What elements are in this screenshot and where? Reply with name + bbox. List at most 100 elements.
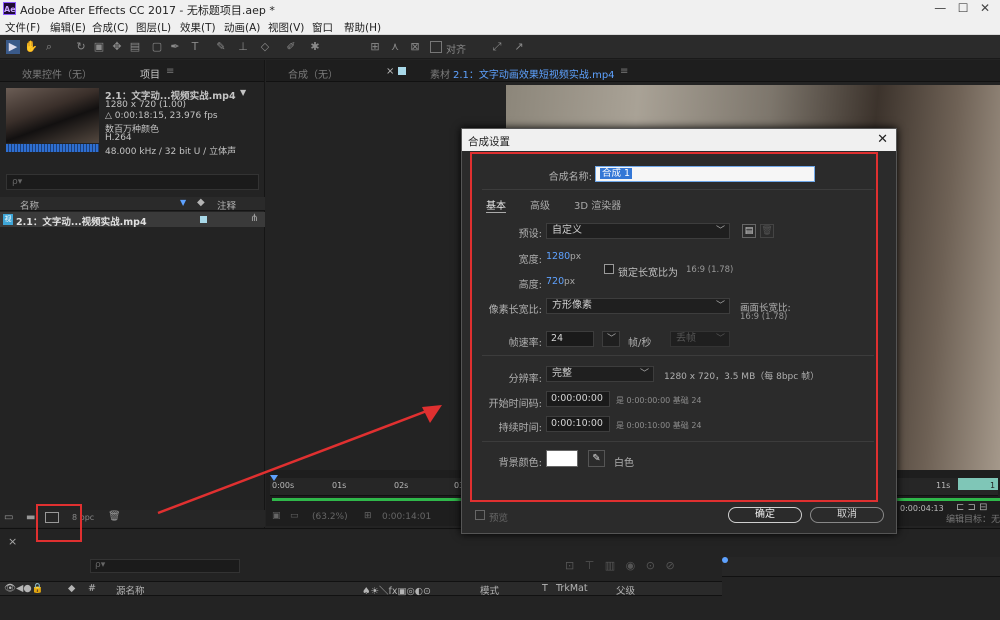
- menu-edit[interactable]: 编辑(E): [50, 20, 86, 35]
- lock-aspect-checkbox[interactable]: [604, 264, 614, 274]
- comp-panel-menu-icon[interactable]: ≡: [620, 66, 628, 77]
- footage-resolution: 1280 x 720 (1.00): [105, 100, 187, 110]
- label-column-icon[interactable]: ◆: [68, 583, 75, 594]
- menu-view[interactable]: 视图(V): [268, 20, 304, 35]
- col-parent[interactable]: 父级: [616, 583, 635, 597]
- project-panel-menu-icon[interactable]: ≡: [166, 66, 174, 77]
- view-axis-icon[interactable]: ⊠: [408, 40, 422, 54]
- mask-tool-icon[interactable]: ▤: [128, 40, 142, 54]
- tab-footage[interactable]: 2.1：文字动画效果短视频实战.mp4: [453, 66, 615, 81]
- dialog-close-icon[interactable]: ✕: [877, 132, 888, 147]
- world-axis-icon[interactable]: ⋏: [388, 40, 402, 54]
- selection-tool-icon[interactable]: ▶: [6, 40, 20, 54]
- col-mode[interactable]: 模式: [480, 583, 499, 597]
- frame-rate-input[interactable]: 24: [546, 331, 594, 347]
- save-preset-icon[interactable]: ▤: [742, 224, 756, 238]
- av-switch-icons[interactable]: 👁◀●🔒: [4, 583, 43, 594]
- footage-label-swatch: [398, 67, 406, 75]
- start-timecode-input[interactable]: 0:00:00:00: [546, 391, 610, 407]
- resolution-label: 分辨率:: [508, 374, 542, 385]
- flowchart-icon[interactable]: ⋔: [250, 213, 258, 224]
- type-tool-icon[interactable]: T: [188, 40, 202, 54]
- timeline-switch-icons[interactable]: ⊡ ⊤ ▥ ◉ ⊙ ⊘: [565, 559, 675, 572]
- duration-input[interactable]: 0:00:10:00: [546, 416, 610, 432]
- composition-settings-dialog: 合成设置 ✕ 合成名称: 合成 1 基本 高级 3D 渲染器 预设: 自定义 ﹀ …: [461, 128, 897, 534]
- footage-dropdown-icon[interactable]: ▼: [240, 88, 246, 97]
- tab-project[interactable]: 项目: [140, 66, 160, 81]
- drop-frame-select[interactable]: 丢帧 ﹀: [670, 331, 730, 347]
- col-t: T: [542, 583, 548, 594]
- menu-file[interactable]: 文件(F): [5, 20, 40, 35]
- local-axis-icon[interactable]: ⊞: [368, 40, 382, 54]
- snap-checkbox[interactable]: [430, 41, 442, 53]
- tab-advanced[interactable]: 高级: [530, 197, 550, 212]
- preview-checkbox[interactable]: [475, 510, 485, 520]
- resolution-select[interactable]: 完整 ﹀: [546, 366, 654, 382]
- tab-basic[interactable]: 基本: [486, 197, 506, 213]
- separator: [482, 441, 874, 442]
- tab-effect-controls[interactable]: 效果控件（无）: [22, 66, 92, 81]
- menu-composition[interactable]: 合成(C): [92, 20, 129, 35]
- timeline-ruler[interactable]: [722, 557, 1000, 577]
- eyedropper-icon[interactable]: ✎: [588, 450, 605, 467]
- camera-tool-icon[interactable]: ▣: [92, 40, 106, 54]
- dialog-title: 合成设置: [468, 136, 510, 148]
- col-trkmat[interactable]: TrkMat: [556, 583, 588, 594]
- col-name[interactable]: 名称: [20, 198, 39, 212]
- menu-window[interactable]: 窗口: [312, 20, 333, 35]
- tab-close-icon[interactable]: ×: [386, 66, 394, 77]
- snap-option-icon[interactable]: ⤢: [490, 40, 504, 54]
- hand-tool-icon[interactable]: ✋: [24, 40, 38, 54]
- menu-animation[interactable]: 动画(A): [224, 20, 260, 35]
- cancel-button[interactable]: 取消: [810, 507, 884, 523]
- sort-icon[interactable]: ▼: [180, 198, 186, 207]
- ok-button[interactable]: 确定: [728, 507, 802, 523]
- tab-composition[interactable]: 合成（无）: [288, 66, 338, 81]
- col-comment[interactable]: 注释: [217, 198, 236, 212]
- project-search-input[interactable]: ρ▾: [6, 174, 259, 190]
- pan-behind-tool-icon[interactable]: ✥: [110, 40, 124, 54]
- delete-preset-icon[interactable]: 🗑: [760, 224, 774, 238]
- comp-name-value: 合成 1: [600, 168, 633, 179]
- width-unit: px: [570, 252, 582, 262]
- puppet-tool-icon[interactable]: ✱: [308, 40, 322, 54]
- snap-option-2-icon[interactable]: ↗: [512, 40, 526, 54]
- background-color-label: 背景颜色:: [498, 458, 542, 469]
- menu-layer[interactable]: 图层(L): [136, 20, 171, 35]
- layer-switches-header[interactable]: ♠☀＼fx▣◎◐⊙: [362, 583, 431, 597]
- menu-effect[interactable]: 效果(T): [180, 20, 216, 35]
- project-file-row[interactable]: 视 2.1：文字动...视频实战.mp4 ⋔: [0, 212, 265, 228]
- interpret-footage-icon[interactable]: ▭: [4, 512, 13, 523]
- frame-aspect-value: 16:9 (1.78): [740, 312, 788, 322]
- pixel-aspect-select[interactable]: 方形像素 ﹀: [546, 298, 730, 314]
- comp-name-input[interactable]: 合成 1: [595, 166, 815, 182]
- window-controls[interactable]: — ☐ ✕: [934, 1, 990, 15]
- rotate-tool-icon[interactable]: ↻: [74, 40, 88, 54]
- timeline-playhead[interactable]: [722, 557, 728, 563]
- col-source-name[interactable]: 源名称: [116, 583, 145, 597]
- timeline-search-input[interactable]: ρ▾: [90, 559, 240, 573]
- height-value[interactable]: 720: [546, 276, 564, 287]
- delete-icon[interactable]: 🗑: [108, 511, 121, 522]
- menu-help[interactable]: 帮助(H): [344, 20, 381, 35]
- eraser-tool-icon[interactable]: ◇: [258, 40, 272, 54]
- label-color-swatch[interactable]: [200, 216, 207, 223]
- timeline-close-icon[interactable]: ×: [8, 535, 17, 548]
- new-folder-icon[interactable]: ▬: [26, 512, 35, 523]
- tab-3d-renderer[interactable]: 3D 渲染器: [574, 197, 621, 212]
- clone-stamp-tool-icon[interactable]: ⊥: [236, 40, 250, 54]
- label-tag-icon[interactable]: ◆: [197, 197, 205, 208]
- pen-tool-icon[interactable]: ✒: [168, 40, 182, 54]
- roto-brush-tool-icon[interactable]: ✐: [284, 40, 298, 54]
- zoom-tool-icon[interactable]: ⌕: [42, 40, 56, 54]
- preset-select[interactable]: 自定义 ﹀: [546, 223, 730, 239]
- project-column-header: 名称 ▼ ◆ 注释: [0, 197, 265, 212]
- chevron-down-icon: ﹀: [606, 334, 616, 344]
- width-value[interactable]: 1280: [546, 251, 570, 262]
- brush-tool-icon[interactable]: ✎: [214, 40, 228, 54]
- rectangle-tool-icon[interactable]: ▢: [150, 40, 164, 54]
- background-color-swatch[interactable]: [546, 450, 578, 467]
- audio-waveform: [6, 144, 99, 152]
- pixel-aspect-label: 像素长宽比:: [488, 305, 542, 316]
- frame-rate-select[interactable]: ﹀: [602, 331, 620, 347]
